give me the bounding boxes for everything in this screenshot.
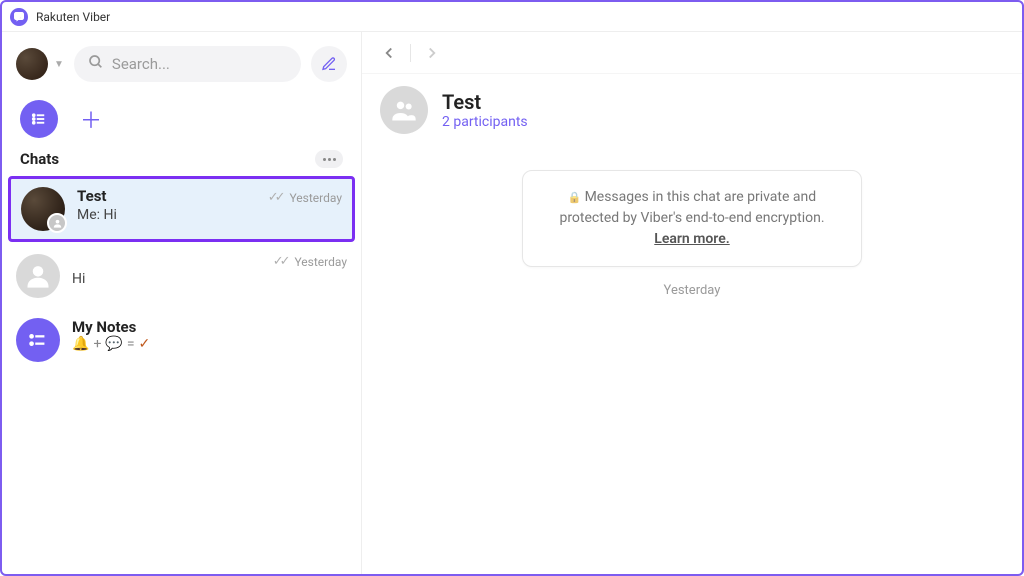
- conversation-title: Test: [442, 90, 528, 114]
- chat-time: ✓✓ Yesterday: [273, 254, 347, 269]
- app-title: Rakuten Viber: [36, 10, 110, 24]
- notes-preview-icons: 🔔 + 💬 = ✓: [72, 336, 347, 352]
- search-icon: [88, 54, 104, 74]
- chat-avatar: [21, 187, 65, 231]
- conversation-avatar-icon[interactable]: [380, 86, 428, 134]
- date-separator: Yesterday: [664, 283, 721, 298]
- lock-icon: 🔒: [568, 191, 582, 204]
- chat-bubble-icon: 💬: [105, 336, 122, 352]
- message-area: 🔒Messages in this chat are private and p…: [362, 150, 1022, 574]
- read-ticks-icon: ✓✓: [273, 254, 287, 269]
- titlebar: Rakuten Viber: [2, 2, 1022, 32]
- chats-more-button[interactable]: [315, 150, 343, 168]
- chat-item[interactable]: ✓✓ Yesterday Hi: [2, 244, 361, 308]
- sidebar: ▼ ＋ Chats: [2, 32, 362, 574]
- nav-forward-button[interactable]: [419, 40, 445, 66]
- read-ticks-icon: ✓✓: [268, 190, 282, 205]
- conversation-subtitle[interactable]: 2 participants: [442, 114, 528, 130]
- learn-more-link[interactable]: Learn more.: [654, 231, 729, 247]
- main-panel: Test 2 participants 🔒Messages in this ch…: [362, 32, 1022, 574]
- profile-avatar[interactable]: [16, 48, 48, 80]
- quick-nav-add-button[interactable]: ＋: [72, 100, 110, 138]
- main-navbar: [362, 32, 1022, 74]
- chat-item-test[interactable]: Test ✓✓ Yesterday Me: Hi: [8, 176, 355, 242]
- nav-back-button[interactable]: [376, 40, 402, 66]
- chat-name: Test: [77, 187, 107, 205]
- conversation-header: Test 2 participants: [362, 74, 1022, 150]
- bell-icon: 🔔: [72, 336, 89, 352]
- quick-nav-list-button[interactable]: [20, 100, 58, 138]
- quick-nav: ＋: [2, 92, 361, 140]
- check-icon: ✓: [139, 336, 151, 352]
- app-icon: [10, 8, 28, 26]
- chat-item-my-notes[interactable]: My Notes 🔔 + 💬 = ✓: [2, 308, 361, 372]
- chat-list: Test ✓✓ Yesterday Me: Hi: [2, 174, 361, 574]
- sidebar-topbar: ▼: [2, 32, 361, 92]
- chats-header: Chats: [2, 140, 361, 174]
- chats-title: Chats: [20, 150, 59, 168]
- compose-button[interactable]: [311, 46, 347, 82]
- chat-time: ✓✓ Yesterday: [268, 190, 342, 205]
- notes-avatar-icon: [16, 318, 60, 362]
- chat-avatar: [16, 254, 60, 298]
- chat-preview: Hi: [72, 271, 347, 287]
- group-badge-icon: [47, 213, 67, 233]
- encryption-notice: 🔒Messages in this chat are private and p…: [522, 170, 862, 267]
- search-field[interactable]: [74, 46, 301, 82]
- chat-name: My Notes: [72, 318, 136, 336]
- search-input[interactable]: [112, 55, 287, 73]
- chat-preview: Me: Hi: [77, 207, 342, 223]
- profile-chevron-icon[interactable]: ▼: [54, 59, 64, 70]
- nav-divider: [410, 44, 411, 62]
